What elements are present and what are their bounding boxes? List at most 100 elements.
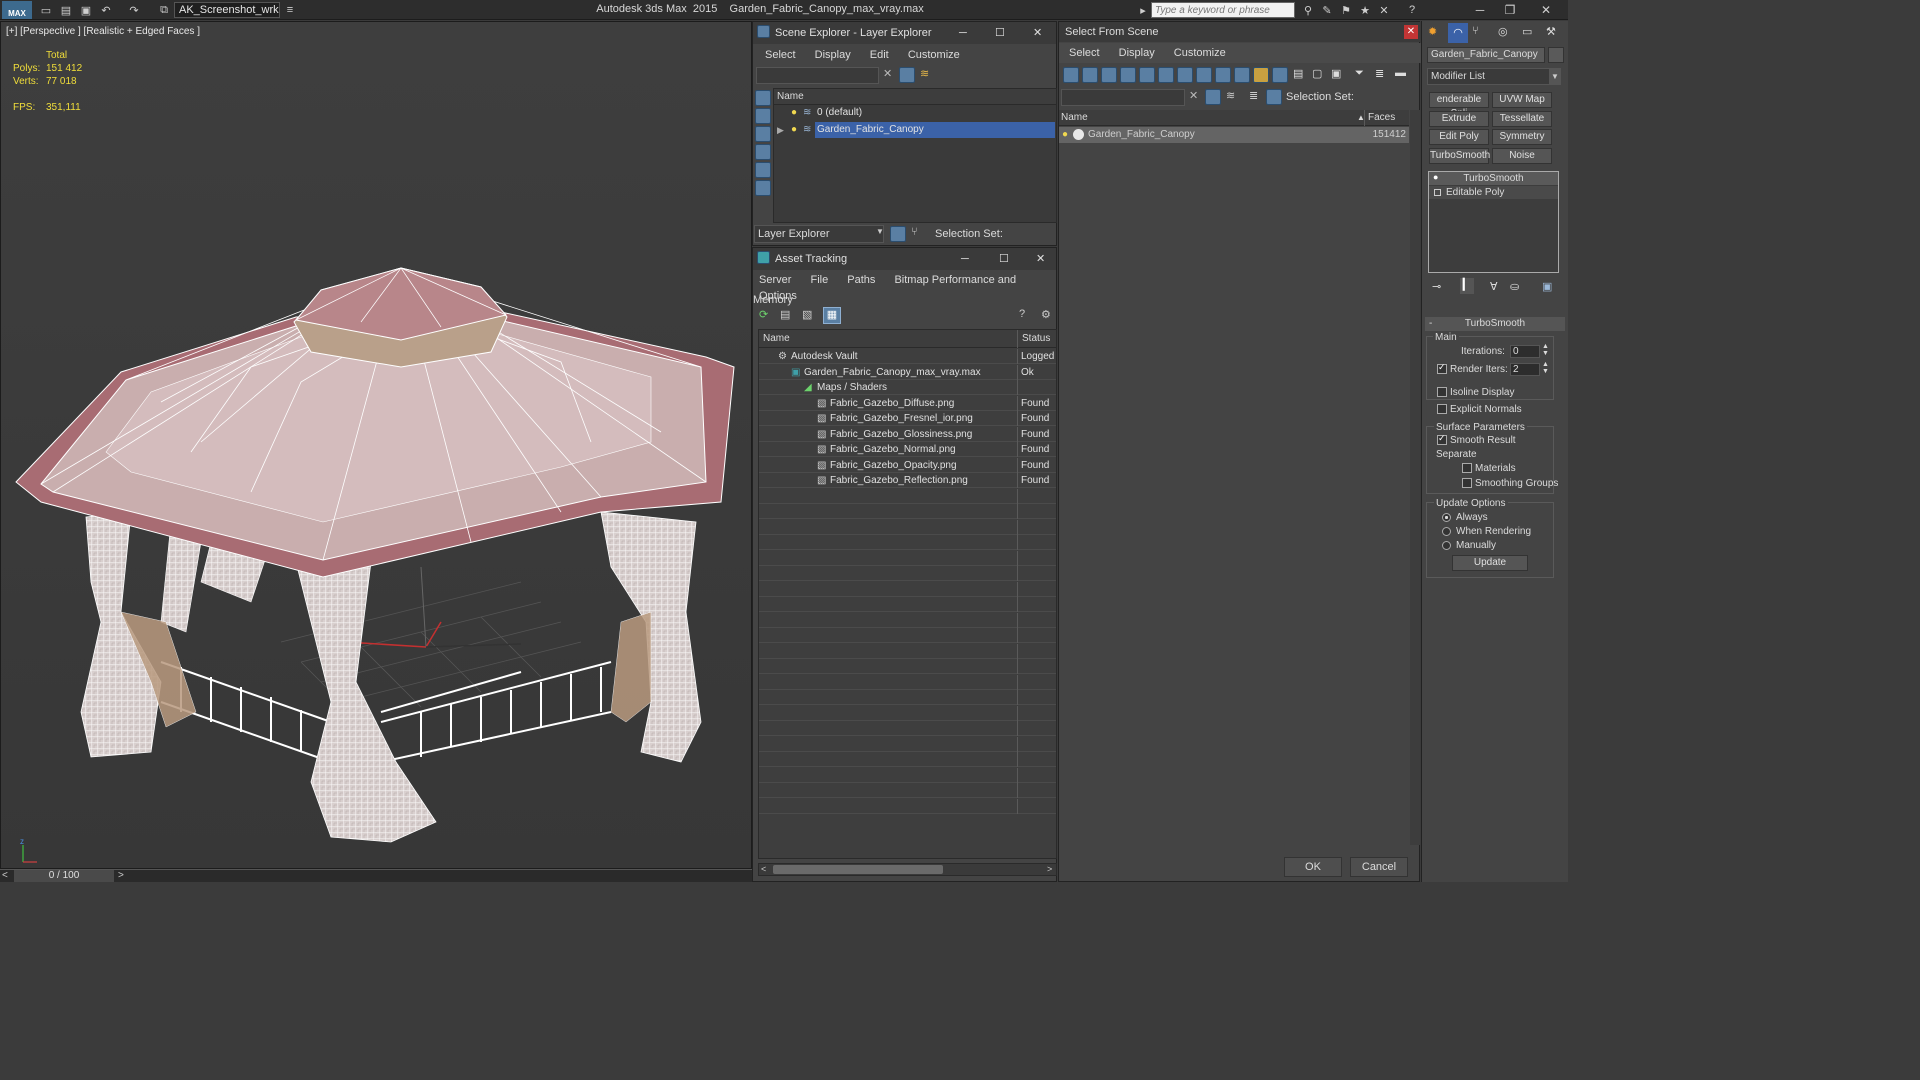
search-input[interactable]: Type a keyword or phrase <box>1151 2 1295 18</box>
hierarchy-filter-icon[interactable]: ≣ <box>1375 67 1384 80</box>
expand-box-icon[interactable] <box>1434 189 1441 196</box>
horizontal-scrollbar[interactable]: < > <box>758 863 1057 876</box>
menu-display[interactable]: Display <box>815 49 851 61</box>
iterations-spinner[interactable]: 0 <box>1510 345 1540 358</box>
menu-select[interactable]: Select <box>1069 47 1100 59</box>
search-expand-icon[interactable]: ▸ <box>1138 2 1148 18</box>
minimize-icon[interactable]: ─ <box>959 22 967 44</box>
modifier-list-dropdown[interactable]: Modifier List <box>1427 68 1561 85</box>
help-icon[interactable]: ? <box>1019 308 1025 320</box>
manually-radio[interactable] <box>1442 541 1451 550</box>
display-groups-icon[interactable] <box>1177 67 1193 83</box>
modifier-button-noise[interactable]: Noise <box>1492 148 1552 164</box>
display-lights-icon[interactable] <box>755 162 771 178</box>
find-field[interactable] <box>1061 89 1185 106</box>
display-containers-icon[interactable] <box>1234 67 1250 83</box>
table-view-icon[interactable]: ▦ <box>823 307 841 324</box>
gazebo-canopy-model[interactable] <box>1 22 752 869</box>
subscription-icon[interactable]: ✎ <box>1319 2 1335 18</box>
close-icon[interactable]: ✕ <box>1036 248 1045 270</box>
pin-stack-icon[interactable]: ⊸ <box>1432 280 1441 293</box>
display-helpers-icon[interactable] <box>1139 67 1155 83</box>
column-header-name[interactable]: Name <box>1061 110 1088 126</box>
collapse-icon[interactable]: - <box>1429 317 1432 331</box>
asset-row[interactable]: ▣ Garden_Fabric_Canopy_max_vray.max Ok <box>759 364 1056 380</box>
find-field[interactable] <box>756 67 879 84</box>
time-slider[interactable]: < 0 / 100 > <box>0 869 752 882</box>
object-name-field[interactable]: Garden_Fabric_Canopy <box>1427 47 1545 63</box>
help-icon[interactable]: ? <box>1404 2 1420 18</box>
redo-icon[interactable]: ↷ <box>126 2 142 18</box>
asset-row[interactable]: ▧ Fabric_Gazebo_Fresnel_ior.png Found <box>759 411 1056 426</box>
undo-icon[interactable]: ↶ <box>98 2 114 18</box>
hierarchy-icon[interactable] <box>1266 89 1282 105</box>
next-frame-icon[interactable]: > <box>118 870 124 881</box>
layer-row-canopy[interactable]: ▶ ● ≋ Garden_Fabric_Canopy <box>774 122 1056 138</box>
display-cameras-icon[interactable] <box>1120 67 1136 83</box>
prev-frame-icon[interactable]: < <box>2 870 8 881</box>
quick-access-menu-icon[interactable]: ≡ <box>282 2 298 18</box>
display-xrefs-icon[interactable] <box>1196 67 1212 83</box>
display-none-icon[interactable] <box>755 90 771 106</box>
clear-filter-icon[interactable]: ✕ <box>1189 89 1198 102</box>
layer-list-header-name[interactable]: Name <box>774 89 1056 105</box>
column-header-status[interactable]: Status <box>1022 330 1050 348</box>
clear-filter-icon[interactable]: ✕ <box>883 67 892 80</box>
column-divider[interactable] <box>1017 330 1018 348</box>
layer-settings-icon[interactable]: ≋ <box>920 67 929 80</box>
object-row[interactable]: ● Garden_Fabric_Canopy 151412 <box>1059 127 1409 143</box>
menu-customize[interactable]: Customize <box>1174 47 1226 59</box>
favorites-icon[interactable]: ★ <box>1357 2 1373 18</box>
scrollbar-thumb[interactable] <box>773 865 943 874</box>
when-rendering-radio[interactable] <box>1442 527 1451 536</box>
perspective-viewport[interactable]: [+] [Perspective ] [Realistic + Edged Fa… <box>0 21 752 869</box>
stack-item-editable-poly[interactable]: Editable Poly <box>1429 186 1558 199</box>
modifier-button-symmetry[interactable]: Symmetry <box>1492 129 1552 145</box>
asset-row[interactable]: ▧ Fabric_Gazebo_Reflection.png Found <box>759 473 1056 488</box>
thumbnail-view-icon[interactable]: ▧ <box>802 308 812 321</box>
modifier-button-turbosmooth[interactable]: TurboSmooth <box>1429 148 1490 164</box>
display-tab-icon[interactable]: ▭ <box>1522 25 1532 38</box>
show-end-result-icon[interactable]: ▎ <box>1460 278 1474 294</box>
scroll-left-icon[interactable]: < <box>761 864 766 874</box>
make-unique-icon[interactable]: ∀ <box>1490 280 1498 293</box>
select-from-scene-titlebar[interactable]: Select From Scene ✕ <box>1059 22 1421 42</box>
select-invert-icon[interactable]: ▣ <box>1331 67 1341 80</box>
scroll-right-icon[interactable]: > <box>1047 864 1052 874</box>
display-all-icon[interactable] <box>755 108 771 124</box>
display-spacewarps-icon[interactable] <box>1158 67 1174 83</box>
display-geometry-icon[interactable] <box>755 126 771 142</box>
materials-checkbox[interactable] <box>1462 463 1472 473</box>
close-icon[interactable]: ✕ <box>1536 2 1556 18</box>
hierarchy-tab-icon[interactable]: ⑂ <box>1472 25 1479 37</box>
menu-customize[interactable]: Customize <box>908 49 960 61</box>
modifier-button-uvw-map[interactable]: UVW Map <box>1492 92 1552 108</box>
asset-row[interactable]: ⚙ Autodesk Vault Logged <box>759 349 1056 364</box>
explicit-normals-checkbox[interactable] <box>1437 404 1447 414</box>
project-folder-icon[interactable]: ⧉ <box>156 2 172 18</box>
ok-button[interactable]: OK <box>1284 857 1342 877</box>
menu-file[interactable]: File <box>810 274 828 286</box>
restore-icon[interactable]: ❐ <box>1500 2 1520 18</box>
display-lights-icon[interactable] <box>1101 67 1117 83</box>
asset-row[interactable]: ▧ Fabric_Gazebo_Diffuse.png Found <box>759 395 1056 411</box>
list-view-icon[interactable]: ▤ <box>780 308 790 321</box>
display-cameras-icon[interactable] <box>755 180 771 196</box>
asset-row[interactable]: ◢ Maps / Shaders <box>759 380 1056 395</box>
menu-edit[interactable]: Edit <box>870 49 889 61</box>
render-iters-spinner[interactable]: 2 <box>1510 363 1540 376</box>
modifier-button-extrude[interactable]: Extrude <box>1429 111 1489 127</box>
collapse-icon[interactable]: ▬ <box>1395 67 1406 79</box>
modify-tab-icon[interactable]: ◠ <box>1448 23 1468 43</box>
remove-modifier-icon[interactable]: ⛀ <box>1510 280 1519 293</box>
select-none-icon[interactable]: ▢ <box>1312 67 1322 80</box>
display-frozen-icon[interactable] <box>1253 67 1269 83</box>
isoline-display-checkbox[interactable] <box>1437 387 1447 397</box>
minimize-icon[interactable]: ─ <box>1470 2 1490 18</box>
app-logo[interactable]: MAX <box>2 1 32 19</box>
select-all-icon[interactable]: ▤ <box>1293 67 1303 80</box>
menu-select[interactable]: Select <box>765 49 796 61</box>
cancel-button[interactable]: Cancel <box>1350 857 1408 877</box>
layer-filter-icon[interactable]: ≋ <box>1226 89 1235 102</box>
asset-row[interactable]: ▧ Fabric_Gazebo_Opacity.png Found <box>759 457 1056 473</box>
